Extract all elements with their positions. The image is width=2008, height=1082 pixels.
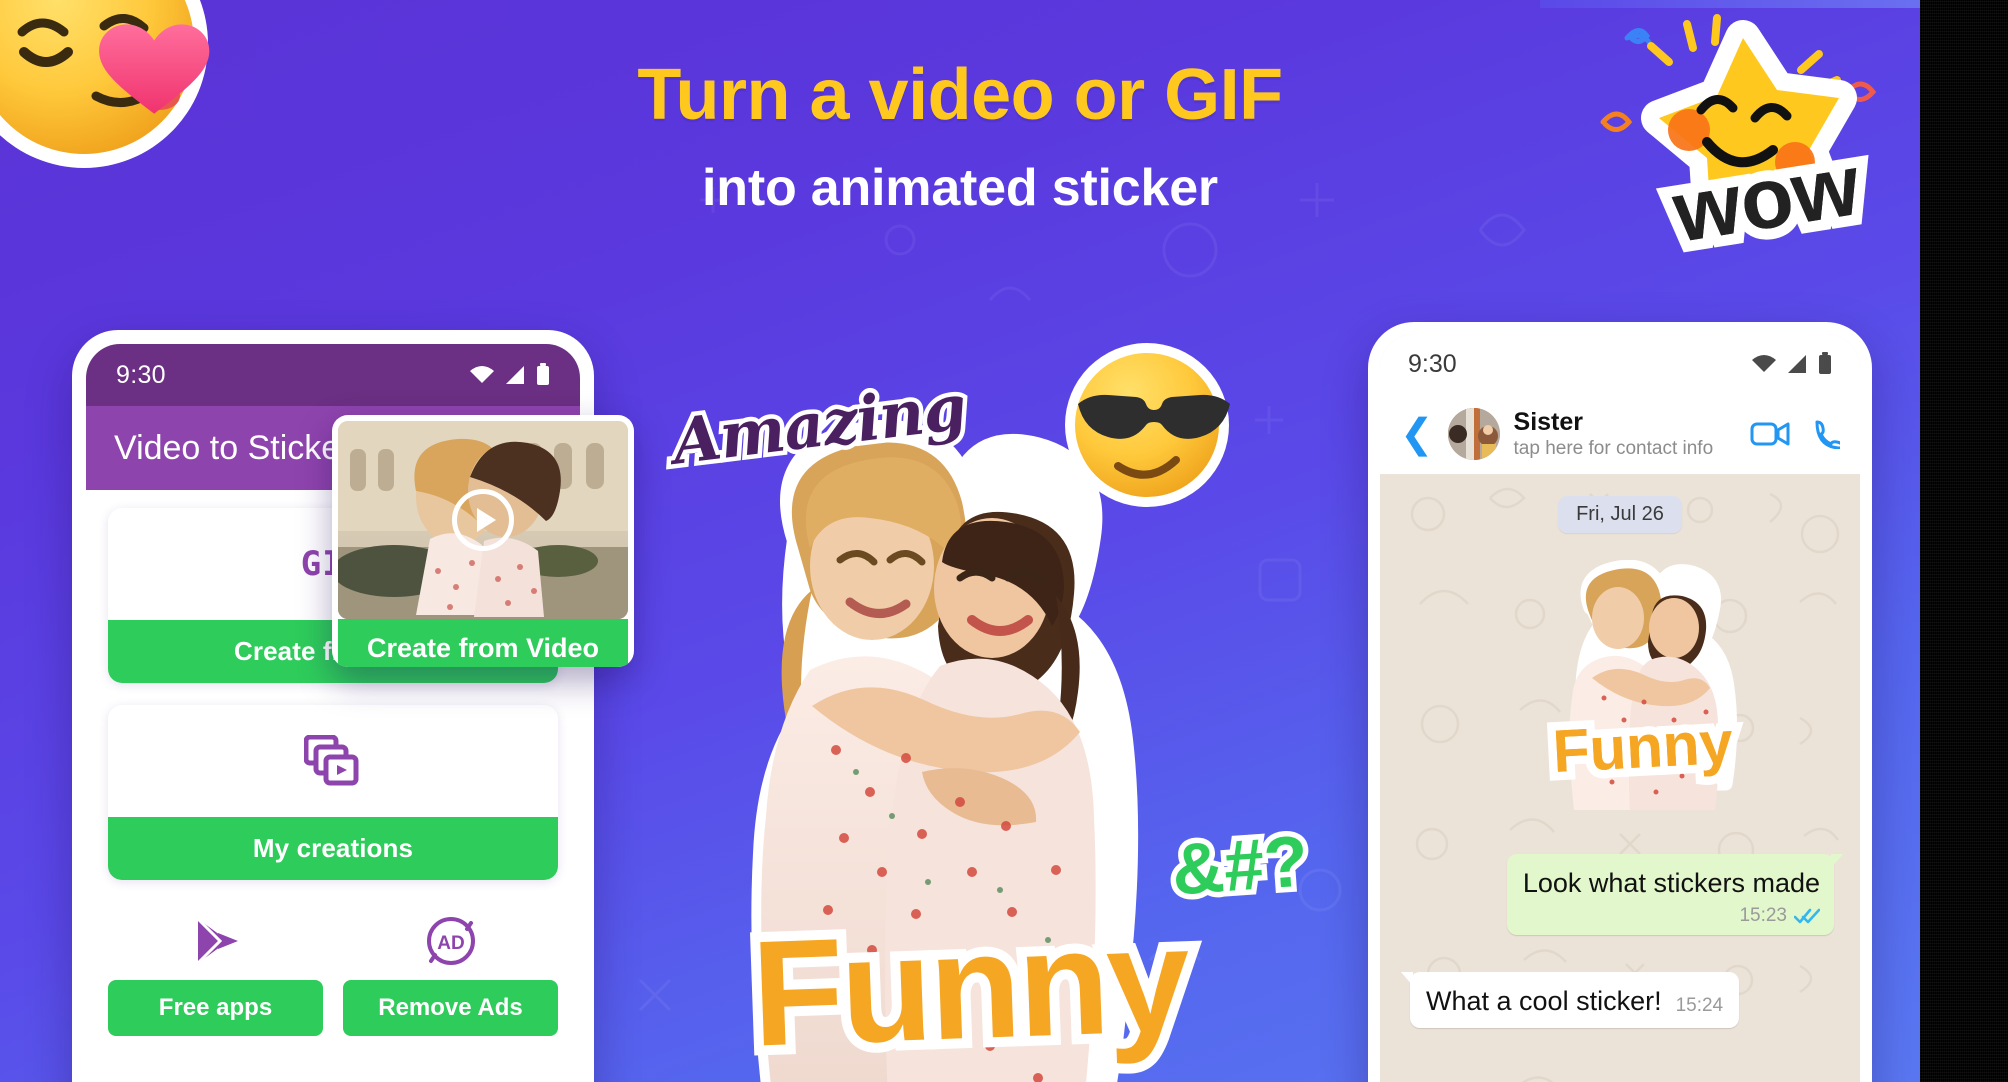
date-separator-chip: Fri, Jul 26 [1558,496,1682,533]
outgoing-message-text: Look what stickers made [1522,868,1820,898]
incoming-message-time: 15:24 [1675,995,1724,1017]
play-triangle [476,508,496,532]
my-creations-card[interactable]: My creations [108,705,558,880]
signal-icon [1788,355,1806,373]
contact-info-block[interactable]: Sister tap here for contact info [1514,408,1736,461]
free-apps-button[interactable]: Free apps [108,980,323,1036]
status-icons [468,363,550,387]
screenshot-root: Turn a video or GIF into animated sticke… [0,0,2008,1082]
signal-icon [506,366,524,384]
sticker-funny-label: Funny [1551,709,1735,785]
free-apps-cell[interactable]: Free apps [108,902,323,1036]
google-play-icon [196,917,238,965]
remove-ads-cell[interactable]: AD Remove Ads [343,902,558,1036]
create-from-video-card[interactable]: Create from Video [332,415,634,667]
status-time: 9:30 [116,360,166,389]
wifi-icon [1752,355,1776,372]
remove-ads-button[interactable]: Remove Ads [343,980,558,1036]
battery-icon [1819,352,1831,374]
funny-big-label: Funny [739,884,1200,1082]
incoming-message-bubble[interactable]: What a cool sticker! 15:24 [1400,972,1740,1029]
contact-subtitle: tap here for contact info [1513,437,1714,459]
right-strip-noise [1920,0,2008,1082]
face-blowing-a-kiss-emoji [0,0,210,168]
battery-icon [537,363,549,385]
symbols-sticker-label: &#? [1164,816,1316,916]
right-status-bar: 9:30 [1380,334,1860,394]
remove-ads-icon-wrap: AD [423,902,479,980]
funny-big-sticker: Funny [739,884,1200,1082]
phone-call-icon[interactable] [1810,419,1840,449]
contact-name: Sister [1513,407,1583,436]
outgoing-message-time: 15:23 [1739,905,1787,927]
symbols-sticker: &#? [1164,816,1316,916]
my-creations-card-body [108,705,558,817]
chat-header-actions [1750,419,1840,449]
wa-status-icons [1750,352,1832,376]
top-right-accent-bar [1540,0,1920,8]
smiling-face-with-sunglasses-emoji [1065,343,1230,507]
left-status-bar: 9:30 [86,344,580,406]
app-title: Video to Sticker [114,428,352,467]
wifi-icon [470,366,494,383]
sticker-message-image: Funny Funny [1543,559,1744,816]
right-phone-mockup: 9:30 ❮ Sister tap here for contact info … [1368,322,1872,1082]
play-icon[interactable] [452,489,514,551]
back-chevron-icon[interactable]: ❮ [1400,414,1434,454]
remove-ads-icon: AD [426,917,475,965]
whatsapp-chat-header: ❮ Sister tap here for contact info [1380,394,1860,474]
sticker-message[interactable]: Funny Funny [1524,559,1754,816]
outgoing-message-meta: 15:23 [1523,905,1820,927]
google-play-icon-wrap [188,902,244,980]
left-phone-bottom-row: Free apps AD Remove Ads [86,880,580,1036]
whatsapp-screen: 9:30 ❮ Sister tap here for contact info … [1380,334,1860,1082]
video-call-icon[interactable] [1750,420,1790,448]
wow-star-sticker: wow wow [1600,14,1878,272]
whatsapp-message-list: Fri, Jul 26 Funny Funny Look what sticke… [1380,474,1860,1082]
outgoing-message-bubble[interactable]: Look what stickers made 15:23 [1506,854,1844,936]
avatar-image [1447,408,1500,460]
incoming-message-text: What a cool sticker! [1426,986,1662,1016]
create-from-video-button[interactable]: Create from Video [338,619,628,667]
svg-text:AD: AD [437,933,464,954]
my-creations-button[interactable]: My creations [108,817,558,880]
contact-avatar[interactable] [1447,408,1500,460]
video-thumbnail [338,421,628,619]
wa-status-time: 9:30 [1408,349,1457,378]
double-check-icon [1794,909,1820,924]
my-creations-icon [304,735,359,786]
